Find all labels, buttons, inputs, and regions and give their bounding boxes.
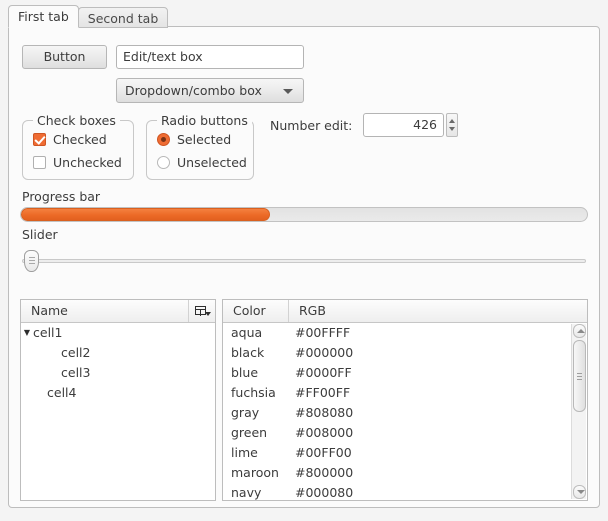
list-row[interactable]: aqua#00FFFF	[223, 323, 587, 343]
progress-bar-fill	[21, 208, 270, 221]
scroll-down-button[interactable]	[573, 485, 586, 499]
checkbox-unchecked-icon[interactable]	[33, 156, 46, 169]
check-boxes-group: Check boxes Checked Unchecked	[22, 120, 134, 180]
tree-header: Name	[21, 300, 215, 323]
list-cell-rgb: #0000FF	[289, 363, 352, 383]
list-row[interactable]: green#008000	[223, 423, 587, 443]
list-row[interactable]: navy#000080	[223, 483, 587, 500]
chevron-down-icon	[283, 89, 293, 94]
tree-expander-spacer	[21, 343, 33, 363]
tree-row[interactable]: cell2	[21, 343, 215, 363]
tree-expander-spacer	[21, 383, 33, 403]
tree-row[interactable]: ▼cell1	[21, 323, 215, 343]
list-cell-rgb: #808080	[289, 403, 353, 423]
slider-track[interactable]	[22, 259, 586, 263]
scroll-up-button[interactable]	[573, 324, 586, 338]
radio-selected[interactable]: Selected	[157, 132, 231, 147]
list-row-list: aqua#00FFFFblack#000000blue#0000FFfuchsi…	[223, 323, 587, 500]
scrollbar-thumb[interactable]	[573, 340, 586, 412]
list-cell-rgb: #000080	[289, 483, 353, 500]
combo-value-label: Dropdown/combo box	[125, 83, 262, 98]
stepper-up-icon[interactable]	[449, 119, 455, 123]
radio-unselected-label: Unselected	[177, 155, 247, 170]
list-cell-color: blue	[223, 363, 289, 383]
checkbox-checked-icon[interactable]	[33, 133, 46, 146]
chevron-down-icon	[205, 312, 211, 316]
list-cell-rgb: #800000	[289, 463, 353, 483]
dropdown-combo-box[interactable]: Dropdown/combo box	[116, 78, 304, 103]
list-vertical-scrollbar[interactable]	[571, 324, 586, 499]
number-edit-input[interactable]: 426	[363, 113, 444, 137]
list-column-color[interactable]: Color	[223, 300, 289, 322]
checkbox-unchecked[interactable]: Unchecked	[33, 155, 122, 170]
tree-row[interactable]: cell4	[21, 383, 215, 403]
tree-row-label: cell3	[33, 363, 90, 383]
radio-unselected-icon[interactable]	[157, 156, 170, 169]
tree-view[interactable]: Name ▼cell1cell2cell3cell4	[20, 299, 216, 501]
tab-first[interactable]: First tab	[8, 5, 79, 28]
triangle-down-icon	[577, 490, 585, 494]
list-cell-rgb: #008000	[289, 423, 353, 443]
radio-buttons-legend: Radio buttons	[157, 113, 252, 128]
progress-bar	[20, 207, 588, 222]
number-edit-label: Number edit:	[270, 118, 352, 133]
list-row[interactable]: black#000000	[223, 343, 587, 363]
list-row[interactable]: blue#0000FF	[223, 363, 587, 383]
list-cell-color: lime	[223, 443, 289, 463]
radio-unselected[interactable]: Unselected	[157, 155, 247, 170]
list-row[interactable]: gray#808080	[223, 403, 587, 423]
slider-grip-icon	[29, 257, 35, 264]
slider-handle[interactable]	[24, 250, 39, 272]
list-cell-rgb: #00FFFF	[289, 323, 350, 343]
tree-row-list: ▼cell1cell2cell3cell4	[21, 323, 215, 500]
list-header: Color RGB	[223, 300, 587, 323]
list-cell-color: green	[223, 423, 289, 443]
tree-row-label: cell4	[33, 383, 76, 403]
list-view[interactable]: Color RGB aqua#00FFFFblack#000000blue#00…	[222, 299, 588, 501]
list-cell-color: navy	[223, 483, 289, 500]
tree-row[interactable]: cell3	[21, 363, 215, 383]
tree-expander-icon[interactable]: ▼	[21, 323, 33, 343]
checkbox-unchecked-label: Unchecked	[53, 155, 122, 170]
column-picker-button[interactable]	[188, 300, 215, 322]
number-edit-stepper[interactable]	[446, 113, 458, 137]
stepper-down-icon[interactable]	[449, 127, 455, 131]
check-boxes-legend: Check boxes	[33, 113, 120, 128]
radio-selected-label: Selected	[177, 132, 231, 147]
progress-bar-label: Progress bar	[22, 189, 100, 204]
tree-expander-spacer	[21, 363, 33, 383]
list-row[interactable]: maroon#800000	[223, 463, 587, 483]
list-cell-color: gray	[223, 403, 289, 423]
list-row[interactable]: lime#00FF00	[223, 443, 587, 463]
text-input[interactable]: Edit/text box	[116, 45, 304, 69]
radio-selected-icon[interactable]	[157, 133, 170, 146]
tab-strip: First tab Second tab	[8, 4, 167, 28]
tree-row-label: cell2	[33, 343, 90, 363]
push-button[interactable]: Button	[22, 45, 107, 69]
tab-second[interactable]: Second tab	[78, 7, 168, 28]
list-cell-rgb: #FF00FF	[289, 383, 350, 403]
list-row[interactable]: fuchsia#FF00FF	[223, 383, 587, 403]
slider-label: Slider	[22, 227, 58, 242]
list-cell-color: black	[223, 343, 289, 363]
tree-column-name[interactable]: Name	[21, 300, 188, 322]
list-cell-color: fuchsia	[223, 383, 289, 403]
tree-row-label: cell1	[33, 323, 62, 343]
scrollbar-grip-icon	[577, 373, 582, 380]
list-column-rgb[interactable]: RGB	[289, 300, 587, 322]
list-cell-rgb: #000000	[289, 343, 353, 363]
triangle-up-icon	[577, 329, 585, 333]
list-cell-rgb: #00FF00	[289, 443, 352, 463]
radio-buttons-group: Radio buttons Selected Unselected	[146, 120, 254, 180]
checkbox-checked[interactable]: Checked	[33, 132, 107, 147]
checkbox-checked-label: Checked	[53, 132, 107, 147]
list-cell-color: maroon	[223, 463, 289, 483]
list-cell-color: aqua	[223, 323, 289, 343]
